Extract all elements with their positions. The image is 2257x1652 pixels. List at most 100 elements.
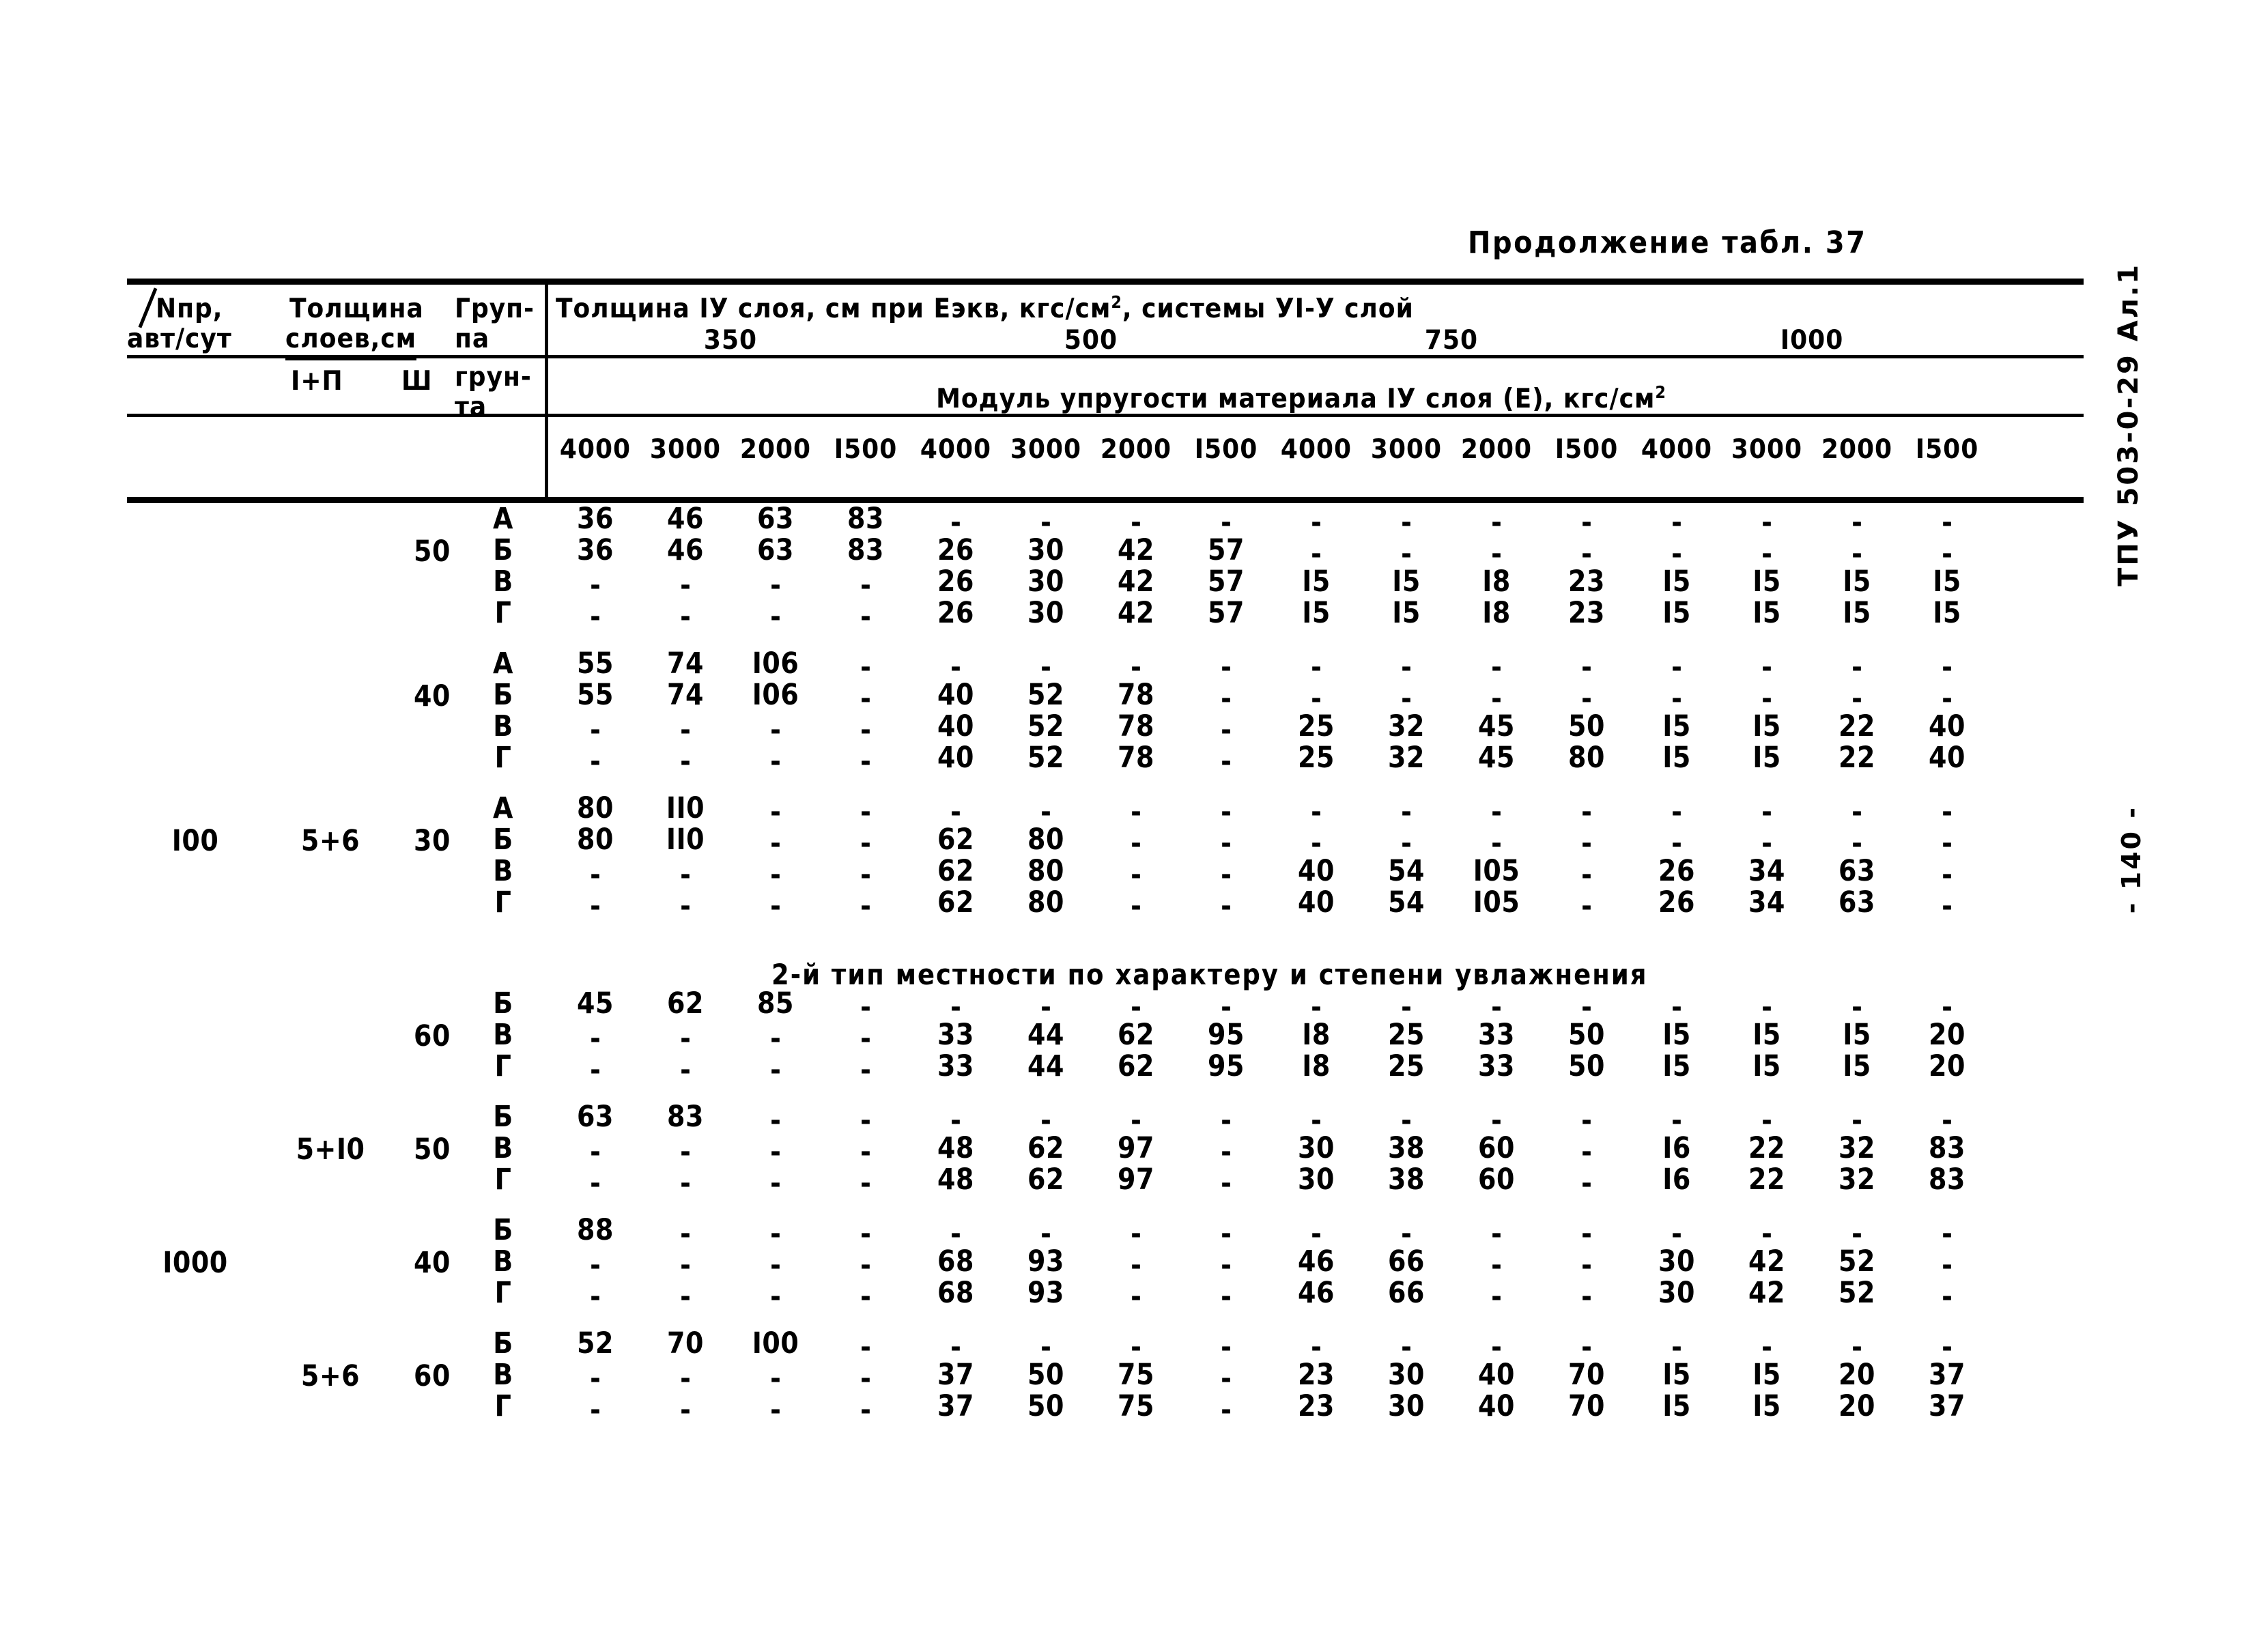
- cell-value: I6: [1662, 1130, 1691, 1165]
- cell-empty-dash: -: [770, 1103, 781, 1137]
- cell-value: 25: [1298, 709, 1335, 743]
- traffic-value: I000: [162, 1245, 228, 1279]
- cell-empty-dash: -: [770, 1021, 781, 1055]
- cell-empty-dash: -: [590, 599, 601, 633]
- cell-value: I5: [1843, 1049, 1871, 1083]
- cell-value: 54: [1388, 853, 1425, 887]
- cell-value: 83: [667, 1099, 704, 1133]
- cell-value: I00: [752, 1326, 799, 1360]
- cell-empty-dash: -: [1221, 1393, 1232, 1427]
- cell-value: 30: [1298, 1130, 1335, 1165]
- cell-empty-dash: -: [770, 1361, 781, 1395]
- cell-value: 46: [1298, 1275, 1335, 1309]
- stub-thickness-sub-b: Ш: [401, 366, 433, 397]
- cell-value: 22: [1748, 1162, 1785, 1196]
- cell-value: 20: [1839, 1388, 1875, 1423]
- cell-value: 62: [1118, 1049, 1154, 1083]
- cell-value: 46: [667, 532, 704, 567]
- cell-empty-dash: -: [1581, 1216, 1592, 1251]
- cell-empty-dash: -: [680, 1248, 691, 1282]
- cell-value: 20: [1929, 1049, 1965, 1083]
- cell-value: 42: [1748, 1275, 1785, 1309]
- cell-value: 62: [667, 986, 704, 1020]
- cell-value: 52: [1027, 709, 1064, 743]
- cell-value: 23: [1568, 595, 1605, 629]
- cell-value: 62: [937, 885, 974, 919]
- cell-value: 93: [1027, 1244, 1064, 1278]
- cell-empty-dash: -: [1671, 505, 1682, 539]
- soil-group-label: Г: [494, 885, 512, 919]
- cell-value: 63: [1839, 853, 1875, 887]
- cell-value: 20: [1839, 1357, 1875, 1391]
- cell-empty-dash: -: [680, 1166, 691, 1200]
- cell-value: 26: [1658, 853, 1695, 887]
- cell-value: 62: [1027, 1162, 1064, 1196]
- soil-group-label: В: [493, 1357, 513, 1391]
- cell-empty-dash: -: [1221, 857, 1232, 892]
- soil-group-label: Б: [493, 822, 513, 856]
- cell-empty-dash: -: [1221, 1135, 1232, 1169]
- cell-value: 40: [1298, 853, 1335, 887]
- cell-value: I5: [1662, 595, 1691, 629]
- soil-group-label: В: [493, 1017, 513, 1051]
- cell-value: 93: [1027, 1275, 1064, 1309]
- cell-empty-dash: -: [590, 568, 601, 602]
- cell-empty-dash: -: [590, 1021, 601, 1055]
- cell-empty-dash: -: [680, 744, 691, 778]
- cell-value: 30: [1027, 564, 1064, 598]
- cell-value: 70: [1568, 1357, 1605, 1391]
- cell-empty-dash: -: [770, 1216, 781, 1251]
- modulus-header-4: 4000: [920, 434, 992, 466]
- cell-empty-dash: -: [1942, 650, 1953, 684]
- modulus-header-12: 4000: [1641, 434, 1713, 466]
- cell-empty-dash: -: [1581, 826, 1592, 860]
- cell-value: 25: [1388, 1017, 1425, 1051]
- soil-group-label: Б: [493, 1099, 513, 1133]
- cell-empty-dash: -: [1401, 650, 1412, 684]
- cell-empty-dash: -: [770, 826, 781, 860]
- modulus-header-8: 4000: [1280, 434, 1352, 466]
- cell-value: I5: [1302, 595, 1331, 629]
- cell-empty-dash: -: [1221, 744, 1232, 778]
- stub-soil-label-line1: Груп-: [455, 294, 535, 325]
- cell-value: 30: [1027, 595, 1064, 629]
- modulus-header-9: 3000: [1370, 434, 1443, 466]
- cell-value: 83: [847, 501, 884, 535]
- cell-value: 33: [1478, 1049, 1515, 1083]
- soil-group-label: А: [493, 501, 513, 535]
- cell-empty-dash: -: [860, 857, 871, 892]
- cell-empty-dash: -: [770, 1135, 781, 1169]
- stub-soil-label-line3: грун-: [455, 362, 532, 393]
- cell-value: I5: [1752, 1357, 1781, 1391]
- cell-empty-dash: -: [1221, 713, 1232, 747]
- cell-value: I5: [1392, 595, 1421, 629]
- cell-empty-dash: -: [770, 1279, 781, 1313]
- cell-value: I5: [1752, 595, 1781, 629]
- cell-empty-dash: -: [860, 1053, 871, 1087]
- soil-group-label: В: [493, 1244, 513, 1278]
- stub-thickness-label-line2: слоев,см: [285, 324, 417, 360]
- cell-value: 52: [1839, 1244, 1875, 1278]
- modulus-header-0: 4000: [559, 434, 631, 466]
- eqv-group-1000: I000: [1780, 325, 1844, 356]
- cell-empty-dash: -: [1221, 1248, 1232, 1282]
- cell-empty-dash: -: [1131, 857, 1141, 892]
- cell-empty-dash: -: [590, 1053, 601, 1087]
- cell-empty-dash: -: [1221, 1216, 1232, 1251]
- soil-group-label: В: [493, 709, 513, 743]
- cell-value: I8: [1302, 1049, 1331, 1083]
- cell-empty-dash: -: [860, 1216, 871, 1251]
- cell-empty-dash: -: [680, 1021, 691, 1055]
- cell-value: 80: [1027, 885, 1064, 919]
- section-note-terrain-type: 2-й тип местности по характеру и степени…: [771, 958, 1648, 992]
- layer-thickness-ab: 5+6: [300, 1358, 360, 1393]
- cell-value: 78: [1118, 740, 1154, 774]
- cell-empty-dash: -: [770, 1248, 781, 1282]
- cell-value: 52: [1839, 1275, 1875, 1309]
- soil-group-label: А: [493, 791, 513, 825]
- scanned-page: Продолжение табл. 37 ТПУ 503-0-29 Ал.1 -…: [0, 0, 2257, 1652]
- cell-value: 48: [937, 1162, 974, 1196]
- cell-empty-dash: -: [680, 599, 691, 633]
- cell-value: 40: [937, 709, 974, 743]
- cell-value: 95: [1208, 1017, 1245, 1051]
